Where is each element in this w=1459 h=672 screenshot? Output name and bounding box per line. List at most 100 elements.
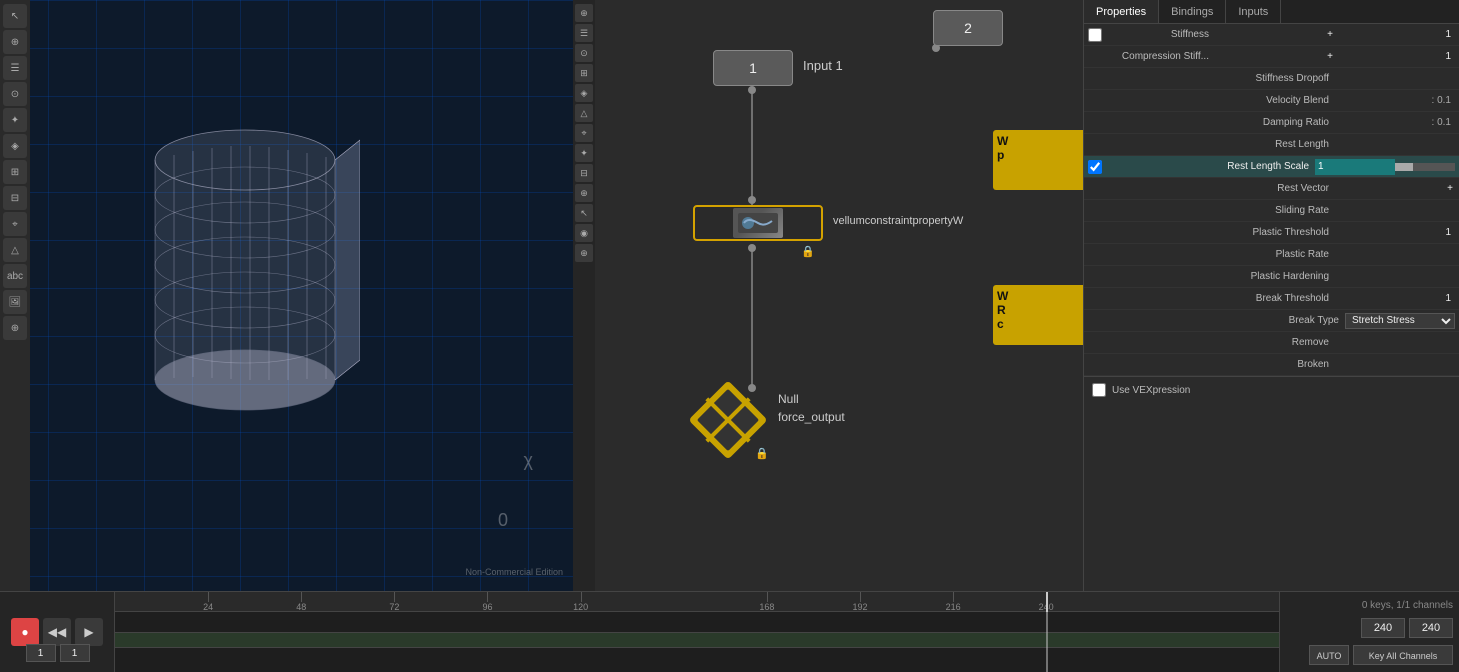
node-editor-toolbar: ⊕ ☰ ⊙ ⊞ ◈ △ ⌖ ✦ ⊟ ⊕ ↖ ◉ ⊕: [573, 0, 595, 591]
vp-tool-snap[interactable]: ⌖: [3, 212, 27, 236]
node-vellum-constraint[interactable]: [693, 205, 823, 241]
ne-tool-1[interactable]: ⊕: [575, 4, 593, 22]
prop-row-restvec: Rest Vector +: [1084, 178, 1459, 200]
ne-tool-5[interactable]: ◈: [575, 84, 593, 102]
ne-tool-2[interactable]: ☰: [575, 24, 593, 42]
node-null-label2: force_output: [778, 410, 845, 424]
node-input1[interactable]: 1: [713, 50, 793, 86]
use-vexpression-row: Use VEXpression: [1084, 376, 1459, 403]
frame-end-input-small[interactable]: [60, 644, 90, 662]
node-w2-text: WRc: [997, 289, 1008, 331]
auto-button[interactable]: AUTO: [1309, 645, 1349, 665]
prop-dropdown-breaktype[interactable]: Stretch Stress: [1345, 313, 1455, 329]
prop-row-velblend: Velocity Blend : 0.1: [1084, 90, 1459, 112]
node-w1: Wp: [993, 130, 1083, 190]
node-vellum-icon: [733, 208, 783, 238]
vp-tool-6[interactable]: ⊞: [3, 160, 27, 184]
ne-tool-7[interactable]: ⌖: [575, 124, 593, 142]
timeline-track[interactable]: [115, 612, 1279, 672]
prop-row-remove: Remove: [1084, 332, 1459, 354]
prop-label-restscale: Rest Length Scale: [1106, 161, 1315, 172]
ne-tool-10[interactable]: ⊕: [575, 184, 593, 202]
prop-input-restscale[interactable]: [1315, 159, 1395, 175]
vp-tool-4[interactable]: ✦: [3, 108, 27, 132]
prop-slider-restscale[interactable]: [1395, 163, 1455, 171]
node-null-lock-icon: 🔒: [755, 447, 769, 460]
transport-play[interactable]: ▶: [75, 618, 103, 646]
prop-value-stiffness2: 1: [1335, 29, 1455, 40]
prop-row-stiffness: Stiffness + 1: [1084, 24, 1459, 46]
prop-row-plastrate: Plastic Rate: [1084, 244, 1459, 266]
vp-tool-5[interactable]: ◈: [3, 134, 27, 158]
prop-label-damping: Damping Ratio: [1106, 117, 1335, 128]
vp-tool-11[interactable]: 🖼: [3, 290, 27, 314]
key-all-channels-button[interactable]: Key AlI Channels: [1353, 645, 1453, 665]
vp-tool-2[interactable]: ☰: [3, 56, 27, 80]
ne-tool-13[interactable]: ⊕: [575, 244, 593, 262]
prop-label-plasthr: Plastic Threshold: [1106, 227, 1335, 238]
timeline-frame-display: 0 keys, 1/1 channels 240 240 AUTO Key Al…: [1279, 592, 1459, 672]
prop-row-sliding: Sliding Rate: [1084, 200, 1459, 222]
timeline-ruler: 24 48 72 96 120 168 192 216 240: [115, 592, 1279, 612]
ne-tool-4[interactable]: ⊞: [575, 64, 593, 82]
timeline-content: 24 48 72 96 120 168 192 216 240: [115, 592, 1279, 672]
prop-value-plasthr: 1: [1335, 227, 1455, 238]
ne-tool-8[interactable]: ✦: [575, 144, 593, 162]
node-input1-label: Input 1: [803, 58, 843, 73]
ne-tool-3[interactable]: ⊙: [575, 44, 593, 62]
vp-tool-7[interactable]: ⊟: [3, 186, 27, 210]
keys-info: 0 keys, 1/1 channels: [1362, 600, 1453, 611]
vp-tool-3[interactable]: ⊙: [3, 82, 27, 106]
prop-row-plasthard: Plastic Hardening: [1084, 266, 1459, 288]
node-input1-number: 1: [749, 60, 757, 76]
frame-end-val-input[interactable]: 240: [1409, 618, 1453, 638]
prop-label-broken: Broken: [1106, 359, 1335, 370]
prop-label-remove: Remove: [1106, 337, 1335, 348]
properties-tabs: Properties Bindings Inputs: [1084, 0, 1459, 24]
prop-check-restscale[interactable]: [1088, 160, 1102, 174]
tab-inputs[interactable]: Inputs: [1226, 0, 1281, 23]
axis-0-label: 0: [498, 510, 508, 531]
use-vexpression-label: Use VEXpression: [1112, 385, 1190, 396]
prop-label-dropoff: Stiffness Dropoff: [1106, 73, 1335, 84]
prop-value-restvec: +: [1335, 183, 1455, 194]
node-editor-panel: ⊕ ☰ ⊙ ⊞ ◈ △ ⌖ ✦ ⊟ ⊕ ↖ ◉ ⊕ 2 1 Input 1 Wp: [573, 0, 1083, 591]
prop-row-compression: Compression Stiff... + 1: [1084, 46, 1459, 68]
frame-start-input[interactable]: 1: [26, 644, 56, 662]
ne-tool-11[interactable]: ↖: [575, 204, 593, 222]
timeline-panel: ● ◀◀ ▶ 1 24 48 72 96 120 168 192 216 240: [0, 591, 1459, 671]
ne-tool-12[interactable]: ◉: [575, 224, 593, 242]
ne-tool-6[interactable]: △: [575, 104, 593, 122]
prop-row-broken: Broken: [1084, 354, 1459, 376]
prop-label-restlen: Rest Length: [1106, 139, 1335, 150]
tab-bindings[interactable]: Bindings: [1159, 0, 1226, 23]
vp-tool-9[interactable]: △: [3, 238, 27, 262]
ne-tool-9[interactable]: ⊟: [575, 164, 593, 182]
vp-tool-10[interactable]: abc: [3, 264, 27, 288]
prop-check-stiffness[interactable]: [1088, 28, 1102, 42]
transport-back[interactable]: ◀◀: [43, 618, 71, 646]
prop-label-breakthr: Break Threshold: [1106, 293, 1335, 304]
prop-label-velblend: Velocity Blend: [1106, 95, 1335, 106]
tab-properties[interactable]: Properties: [1084, 0, 1159, 23]
node-input2-number: 2: [964, 20, 972, 36]
vp-tool-move[interactable]: ⊕: [3, 30, 27, 54]
prop-value-compression2: 1: [1335, 51, 1455, 62]
transport-record[interactable]: ●: [11, 618, 39, 646]
prop-value-compression: +: [1215, 51, 1335, 62]
vp-tool-12[interactable]: ⊕: [3, 316, 27, 340]
prop-value-stiffness: +: [1215, 29, 1335, 40]
use-vexpression-check[interactable]: [1092, 383, 1106, 397]
prop-label-sliding: Sliding Rate: [1106, 205, 1335, 216]
prop-row-breaktype: Break Type Stretch Stress: [1084, 310, 1459, 332]
properties-content: Stiffness + 1 Compression Stiff... + 1 S…: [1084, 24, 1459, 591]
frame-current-input[interactable]: 240: [1361, 618, 1405, 638]
node-input2[interactable]: 2: [933, 10, 1003, 46]
node-vellum-label: vellumconstraintpropertyW: [833, 215, 963, 227]
prop-row-restscale: Rest Length Scale: [1084, 156, 1459, 178]
node-null-label1: Null: [778, 392, 799, 406]
vp-tool-select[interactable]: ↖: [3, 4, 27, 28]
viewport-toolbar: ↖ ⊕ ☰ ⊙ ✦ ◈ ⊞ ⊟ ⌖ △ abc 🖼 ⊕: [0, 0, 30, 591]
viewport-mesh: [130, 100, 360, 440]
axis-x-label: χ: [524, 450, 533, 471]
